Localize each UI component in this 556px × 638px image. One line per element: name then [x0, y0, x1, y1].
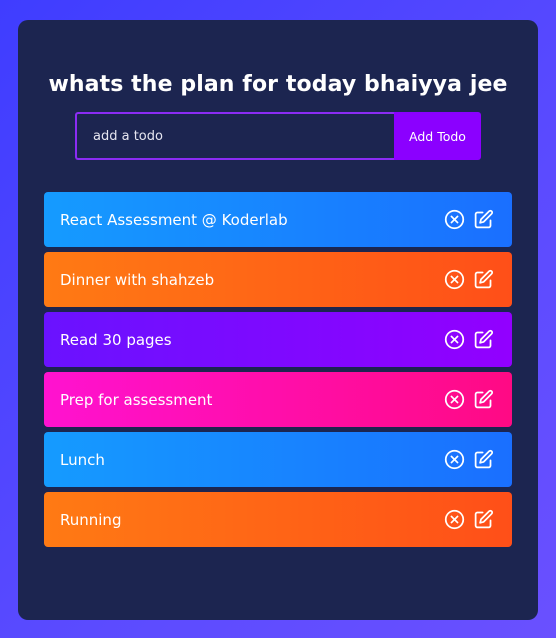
todo-item: Lunch — [44, 432, 512, 487]
todo-actions — [444, 329, 494, 350]
edit-icon[interactable] — [473, 509, 494, 530]
todo-item: React Assessment @ Koderlab — [44, 192, 512, 247]
close-circle-icon[interactable] — [444, 329, 465, 350]
edit-icon[interactable] — [473, 209, 494, 230]
todo-text: Dinner with shahzeb — [60, 270, 215, 289]
todo-actions — [444, 449, 494, 470]
todo-input[interactable] — [75, 112, 394, 160]
todo-list: React Assessment @ Koderlab Dinner with … — [44, 192, 512, 552]
page-title: whats the plan for today bhaiyya jee — [48, 72, 508, 97]
todo-item: Prep for assessment — [44, 372, 512, 427]
close-circle-icon[interactable] — [444, 209, 465, 230]
todo-item: Running — [44, 492, 512, 547]
todo-text: Prep for assessment — [60, 390, 213, 409]
todo-form: Add Todo — [75, 112, 481, 160]
edit-icon[interactable] — [473, 389, 494, 410]
add-todo-button[interactable]: Add Todo — [394, 112, 481, 160]
todo-item: Dinner with shahzeb — [44, 252, 512, 307]
close-circle-icon[interactable] — [444, 509, 465, 530]
todo-text: Read 30 pages — [60, 330, 172, 349]
edit-icon[interactable] — [473, 449, 494, 470]
todo-text: Lunch — [60, 450, 105, 469]
close-circle-icon[interactable] — [444, 389, 465, 410]
todo-actions — [444, 509, 494, 530]
close-circle-icon[interactable] — [444, 269, 465, 290]
todo-app: whats the plan for today bhaiyya jee Add… — [18, 20, 538, 620]
todo-actions — [444, 269, 494, 290]
todo-item: Read 30 pages — [44, 312, 512, 367]
todo-text: React Assessment @ Koderlab — [60, 210, 288, 229]
close-circle-icon[interactable] — [444, 449, 465, 470]
edit-icon[interactable] — [473, 329, 494, 350]
edit-icon[interactable] — [473, 269, 494, 290]
todo-actions — [444, 209, 494, 230]
todo-text: Running — [60, 510, 122, 529]
todo-actions — [444, 389, 494, 410]
